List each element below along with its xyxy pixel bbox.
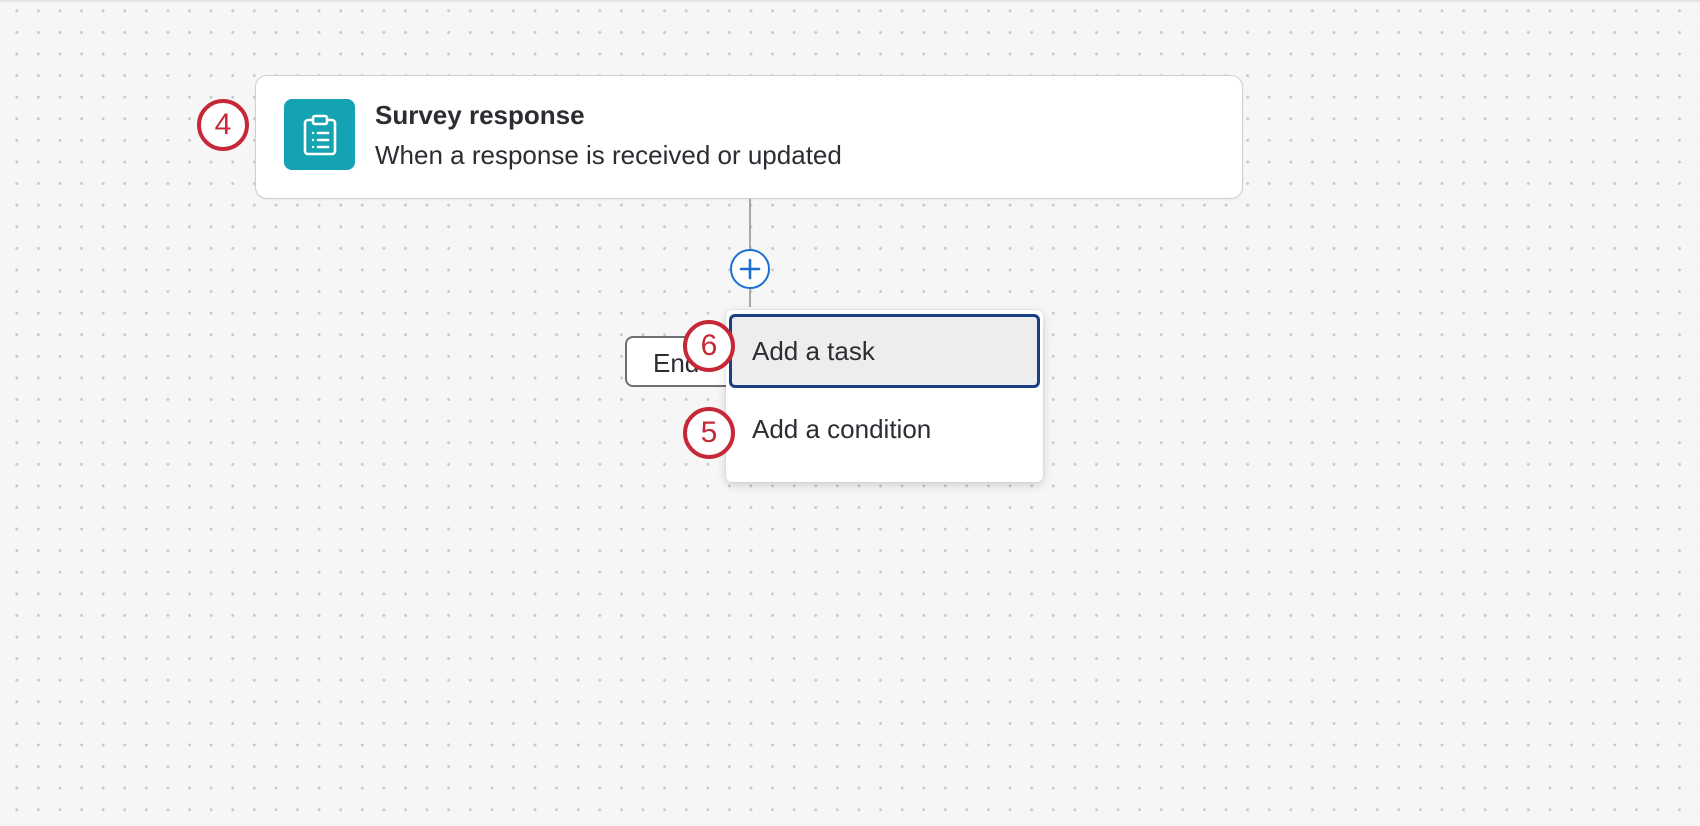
clipboard-list-icon xyxy=(284,99,355,170)
trigger-title: Survey response xyxy=(375,100,585,130)
step-number-badge: 5 xyxy=(683,407,735,459)
flow-connector-line xyxy=(749,199,751,251)
menu-item-label: Add a task xyxy=(752,335,875,366)
add-step-menu: Add a task Add a condition xyxy=(726,310,1043,482)
add-condition-menu-item[interactable]: Add a condition xyxy=(729,392,1040,466)
plus-icon xyxy=(739,258,761,280)
add-task-menu-item[interactable]: Add a task xyxy=(729,314,1040,388)
step-number-badge: 6 xyxy=(683,320,735,372)
add-step-button[interactable] xyxy=(730,249,770,289)
step-number-badge: 4 xyxy=(197,99,249,151)
canvas-top-border xyxy=(0,0,1700,2)
menu-item-label: Add a condition xyxy=(752,413,932,444)
survey-response-trigger-card[interactable]: Survey response When a response is recei… xyxy=(255,75,1243,199)
trigger-description: When a response is received or updated xyxy=(375,140,842,170)
